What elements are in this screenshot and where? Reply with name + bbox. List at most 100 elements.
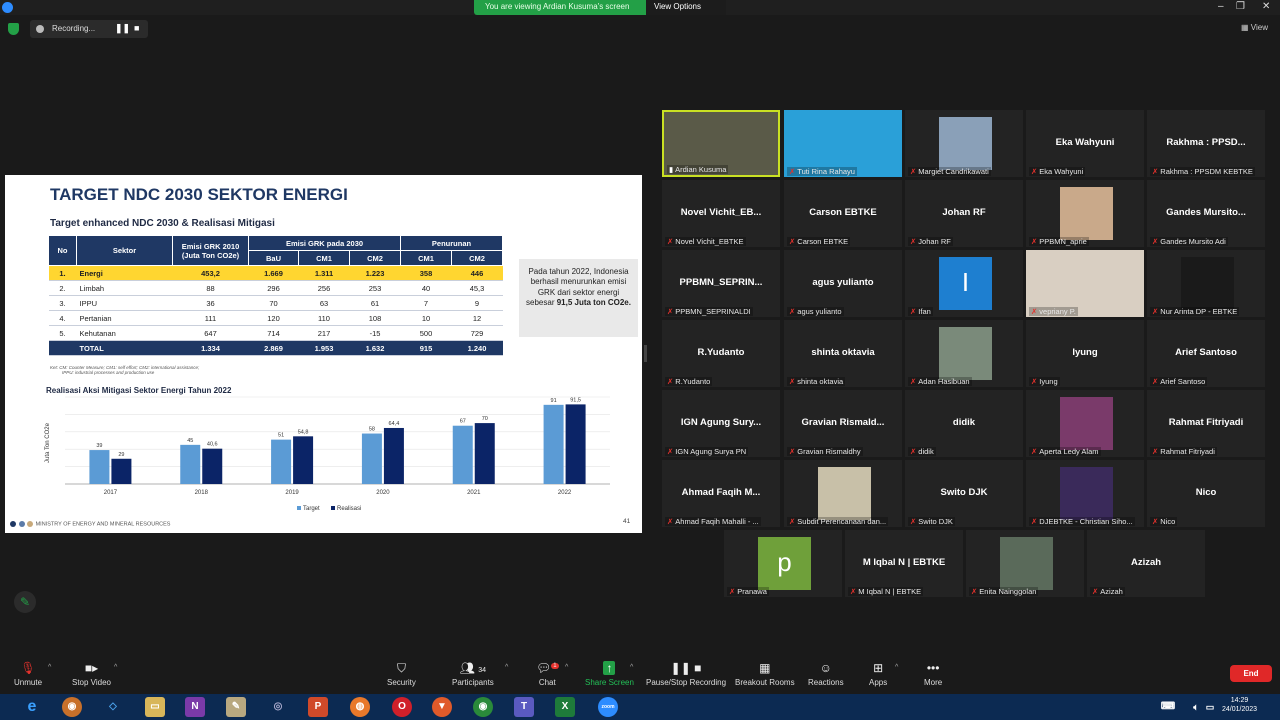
participant-tile[interactable]: Eka Wahyuni ✗ Eka Wahyuni (1026, 110, 1144, 177)
participant-tile[interactable]: Johan RF ✗ Johan RF (905, 180, 1023, 247)
chat-button[interactable]: 💬︎ 1 Chat (536, 661, 559, 687)
edge-icon[interactable]: e (22, 697, 42, 717)
participant-display-name: Swito DJK (940, 487, 988, 498)
audio-caret-icon[interactable]: ^ (48, 664, 51, 671)
bar-realisasi (111, 458, 132, 484)
keyboard-icon[interactable]: ⌨ (1158, 697, 1178, 717)
brave-icon[interactable]: ▼ (432, 697, 452, 717)
participant-name-label: ✗ Ifan (908, 307, 933, 316)
more-button[interactable]: ••• More (924, 661, 942, 687)
chat-caret-icon[interactable]: ^ (565, 664, 568, 671)
photos-icon[interactable]: ◉ (62, 697, 82, 717)
participant-tile[interactable]: IGN Agung Sury... ✗ IGN Agung Surya PN (662, 390, 780, 457)
notepad-icon[interactable]: ✎ (226, 697, 246, 717)
participant-tile[interactable]: shinta oktavia ✗ shinta oktavia (784, 320, 902, 387)
apps-button[interactable]: ⊞ Apps (869, 661, 887, 687)
view-options-button[interactable]: View Options (646, 0, 726, 15)
chrome-like-icon[interactable]: ◎ (268, 697, 288, 717)
excel-icon[interactable]: X (555, 697, 575, 717)
view-button[interactable]: ▦ View (1241, 23, 1268, 32)
close-icon[interactable]: ✕ (1262, 1, 1270, 12)
network-icon[interactable]: ▭ (1200, 697, 1220, 717)
bar-realisasi (293, 436, 314, 484)
security-button[interactable]: ⛉ Security (387, 661, 416, 687)
network-app-icon[interactable]: ◇ (103, 697, 123, 717)
breakout-rooms-button[interactable]: ▦ Breakout Rooms (735, 661, 795, 687)
participant-tile[interactable]: ✗ PPBMN_aprie (1026, 180, 1144, 247)
participant-tile[interactable]: Arief Santoso ✗ Arief Santoso (1147, 320, 1265, 387)
participant-tile[interactable]: ✗ vepriany P. (1026, 250, 1144, 317)
opera-icon[interactable]: O (392, 697, 412, 717)
annotate-pencil-icon[interactable]: ✎ (14, 591, 36, 613)
participant-tile[interactable]: Rakhma : PPSD... ✗ Rakhma : PPSDM KEBTKE (1147, 110, 1265, 177)
participant-tile[interactable]: Azizah ✗ Azizah (1087, 530, 1205, 597)
share-caret-icon[interactable]: ^ (630, 664, 633, 671)
participants-button[interactable]: 👥︎ 34 Participants (452, 661, 494, 687)
participant-name-label: ✗ didik (908, 447, 936, 456)
system-clock[interactable]: 14:29 24/01/2023 (1222, 697, 1257, 715)
participant-name-label: ✗ shinta oktavia (787, 377, 846, 386)
unmute-button[interactable]: 🎙︎ Unmute (14, 661, 42, 687)
pause-recording-button[interactable]: ❚❚ ■ Pause/Stop Recording (646, 661, 726, 687)
participant-tile[interactable]: Ahmad Faqih M... ✗ Ahmad Faqih Mahalli - .… (662, 460, 780, 527)
end-meeting-button[interactable]: End (1230, 665, 1272, 682)
restore-icon[interactable]: ❐ (1236, 1, 1245, 12)
participant-tile[interactable]: ✗ Adan Hasibuan (905, 320, 1023, 387)
table-cell: 1.311 (298, 265, 350, 281)
participant-tile[interactable]: Swito DJK ✗ Swito DJK (905, 460, 1023, 527)
reactions-button[interactable]: ☺ Reactions (808, 661, 844, 687)
participant-tile[interactable]: Nico ✗ Nico (1147, 460, 1265, 527)
apps-caret-icon[interactable]: ^ (895, 664, 898, 671)
participant-tile[interactable]: ✗ DJEBTKE - Christian Siho... (1026, 460, 1144, 527)
participant-tile[interactable]: R.Yudanto ✗ R.Yudanto (662, 320, 780, 387)
participant-tile[interactable]: ✗ Subdit Perencanaan dan... (784, 460, 902, 527)
participant-name: Johan RF (918, 237, 951, 246)
pause-recording-icon[interactable]: ❚❚ (115, 23, 130, 34)
participant-tile[interactable]: Gravian Rismald... ✗ Gravian Rismaldhy (784, 390, 902, 457)
table-cell (48, 340, 77, 356)
participant-display-name: Novel Vichit_EB... (680, 207, 762, 218)
participant-tile[interactable]: Carson EBTKE ✗ Carson EBTKE (784, 180, 902, 247)
participant-tile[interactable]: p ✗ Pranawa (724, 530, 842, 597)
zoom-logo-icon (2, 2, 13, 13)
y-axis-label: Juta Ton CO2e (45, 422, 51, 463)
participant-tile[interactable]: ✗ Tuti Rina Rahayu (784, 110, 902, 177)
minimize-icon[interactable]: – (1218, 1, 1224, 12)
participant-tile[interactable]: PPBMN_SEPRIN... ✗ PPBMN_SEPRINALDI (662, 250, 780, 317)
participant-tile[interactable]: didik ✗ didik (905, 390, 1023, 457)
muted-mic-icon: ✗ (789, 517, 796, 526)
video-caret-icon[interactable]: ^ (114, 664, 117, 671)
participant-tile[interactable]: Gandes Mursito... ✗ Gandes Mursito Adi (1147, 180, 1265, 247)
callout-value: 91,5 Juta ton CO2e. (556, 298, 631, 308)
firefox-icon[interactable]: ◍ (350, 697, 370, 717)
participant-tile[interactable]: I ✗ Ifan (905, 250, 1023, 317)
stop-video-button[interactable]: ■▸ Stop Video (72, 661, 111, 687)
share-screen-button[interactable]: ↑ Share Screen (585, 661, 634, 687)
participant-display-name: Gravian Rismald... (801, 417, 885, 428)
participant-tile[interactable]: ✗ Enita Nainggolan (966, 530, 1084, 597)
legend-swatch (331, 506, 335, 510)
participant-name-label: ✗ Rakhma : PPSDM KEBTKE (1150, 167, 1255, 176)
stop-recording-icon[interactable]: ■ (134, 23, 139, 33)
participant-tile[interactable]: ✗ Aperta Ledy Alam (1026, 390, 1144, 457)
participant-tile[interactable]: ✗ Margiet Candrikawati (905, 110, 1023, 177)
participant-tile[interactable]: Iyung ✗ Iyung (1026, 320, 1144, 387)
th-cm1-penurunan: CM1 (400, 250, 452, 266)
file-explorer-icon[interactable]: ▭ (145, 697, 165, 717)
participant-tile[interactable]: M Iqbal N | EBTKE ✗ M Iqbal N | EBTKE (845, 530, 963, 597)
zoom-taskbar-icon[interactable]: zoom (598, 697, 618, 717)
participant-tile[interactable]: ▮ Ardian Kusuma (662, 110, 780, 177)
participant-tile[interactable]: agus yulianto ✗ agus yulianto (784, 250, 902, 317)
participant-name-label: ✗ Carson EBTKE (787, 237, 851, 246)
chrome-icon[interactable]: ◉ (473, 697, 493, 717)
participant-tile[interactable]: ✗ Nur Arinta DP - EBTKE (1147, 250, 1265, 317)
split-divider-handle[interactable] (644, 345, 647, 362)
participant-tile[interactable]: Novel Vichit_EB... ✗ Novel Vichit_EBTKE (662, 180, 780, 247)
participants-caret-icon[interactable]: ^ (505, 664, 508, 671)
table-cell: 1.334 (172, 340, 249, 356)
participant-tile[interactable]: Rahmat Fitriyadi ✗ Rahmat Fitriyadi (1147, 390, 1265, 457)
teams-icon[interactable]: T (514, 697, 534, 717)
powerpoint-icon[interactable]: P (308, 697, 328, 717)
muted-mic-icon: ✗ (1031, 377, 1038, 386)
onenote-icon[interactable]: N (185, 697, 205, 717)
